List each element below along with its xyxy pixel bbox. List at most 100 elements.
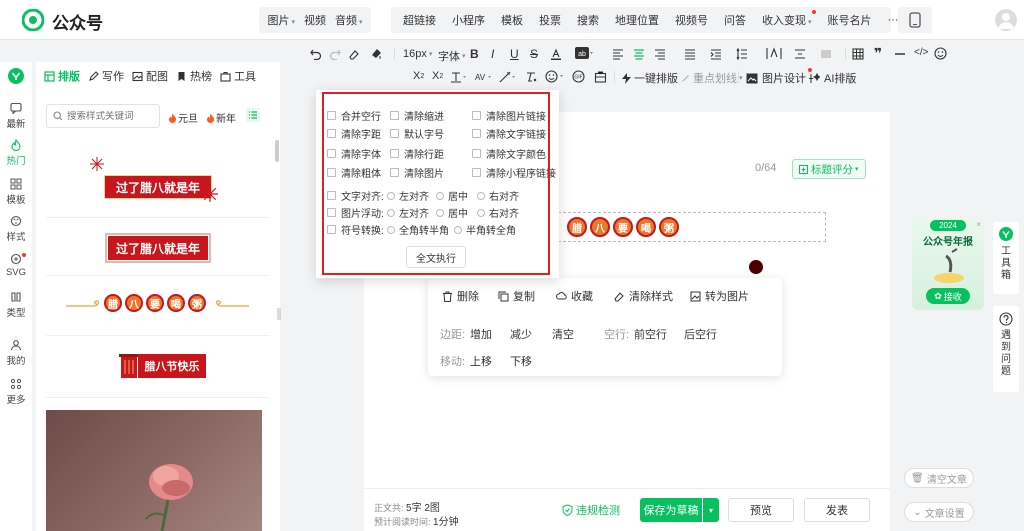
- delete-block-button[interactable]: 删除: [442, 288, 479, 304]
- rail-item-mine[interactable]: 我的: [0, 339, 32, 367]
- tab-trending[interactable]: 热榜: [176, 68, 212, 84]
- radio[interactable]: [387, 225, 395, 234]
- radio[interactable]: [477, 208, 485, 217]
- checkbox[interactable]: [327, 191, 336, 200]
- option-merge-blank-lines[interactable]: 合并空行: [327, 108, 381, 123]
- option-clear-line-height[interactable]: 清除行距: [390, 146, 444, 161]
- option-clear-image-links[interactable]: 清除图片链接: [472, 108, 546, 123]
- rail-item-latest[interactable]: 最新: [0, 102, 32, 130]
- style-search-box[interactable]: [46, 104, 160, 128]
- checkbox[interactable]: [327, 168, 336, 177]
- line-height-icon[interactable]: [736, 48, 748, 60]
- redo-icon[interactable]: [329, 48, 341, 60]
- checkbox[interactable]: [327, 208, 336, 217]
- option-clear-text-color[interactable]: 清除文字颜色: [472, 146, 546, 161]
- insert-location[interactable]: 地理位置: [615, 12, 659, 28]
- option-clear-font[interactable]: 清除字体: [327, 146, 381, 161]
- article-settings-button[interactable]: ⌄ 文章设置: [904, 502, 974, 522]
- hot-tag-newyear[interactable]: 新年: [206, 110, 236, 125]
- rail-item-types[interactable]: 类型: [0, 291, 32, 319]
- selected-style-block[interactable]: 腊八要喝粥: [548, 212, 826, 242]
- align-justify-icon[interactable]: [684, 48, 696, 60]
- highlight-line-button[interactable]: 重点划线 ▾: [680, 70, 743, 86]
- checkbox[interactable]: [472, 168, 481, 177]
- checkbox[interactable]: [390, 149, 399, 158]
- ai-layout-button[interactable]: AI排版: [808, 70, 856, 86]
- promo-receive-button[interactable]: ✿ 接收: [926, 288, 970, 304]
- tab-tools[interactable]: 工具: [220, 68, 256, 84]
- title-score-button[interactable]: 标题评分 ▾: [792, 159, 866, 179]
- clear-style-button[interactable]: 清除样式: [614, 288, 673, 304]
- indent-icon[interactable]: [710, 48, 722, 60]
- insert-template[interactable]: 模板: [501, 12, 523, 28]
- mobile-preview-button[interactable]: [898, 7, 932, 33]
- more-insert-button[interactable]: ···: [888, 14, 899, 26]
- list-view-icon[interactable]: [246, 108, 260, 122]
- radio-image-float-center[interactable]: 居中: [436, 205, 468, 220]
- style-template-card[interactable]: 腊八要喝粥: [46, 276, 270, 336]
- italic-button[interactable]: I: [491, 47, 494, 61]
- undo-icon[interactable]: [310, 48, 322, 60]
- radio[interactable]: [436, 191, 444, 200]
- insert-miniprogram[interactable]: 小程序: [452, 12, 485, 28]
- gif-icon[interactable]: GIF: [572, 70, 585, 83]
- annual-report-promo[interactable]: 2024 公众号年报 ✿ 接收 ×: [912, 218, 984, 310]
- magic-wand-icon[interactable]: [499, 71, 517, 83]
- insert-account-card[interactable]: 账号名片: [828, 12, 872, 28]
- text-indent-icon[interactable]: [450, 71, 468, 83]
- radio[interactable]: [454, 225, 462, 234]
- option-default-font-size[interactable]: 默认字号: [390, 126, 444, 141]
- margin-clear-button[interactable]: 清空: [552, 326, 574, 342]
- option-text-align[interactable]: 文字对齐:: [327, 188, 384, 203]
- tab-layout[interactable]: 排版: [44, 68, 80, 84]
- radio[interactable]: [387, 208, 395, 217]
- hot-tag-newyear-day[interactable]: 元旦: [168, 110, 198, 125]
- insert-image-menu[interactable]: 图片 ▾: [267, 12, 295, 28]
- insert-qa[interactable]: 问答: [724, 12, 746, 28]
- radio-half-to-full[interactable]: 半角转全角: [454, 222, 516, 237]
- checkbox[interactable]: [327, 149, 336, 158]
- margin-increase-button[interactable]: 增加: [470, 326, 492, 342]
- insert-monetize[interactable]: 收入变现 ▾: [762, 10, 816, 28]
- radio-text-align-left[interactable]: 左对齐: [387, 188, 429, 203]
- option-clear-bold[interactable]: 清除粗体: [327, 165, 381, 180]
- copy-block-button[interactable]: 复制: [498, 288, 535, 304]
- radio-full-to-half[interactable]: 全角转半角: [387, 222, 449, 237]
- option-clear-indent[interactable]: 清除缩进: [390, 108, 444, 123]
- insert-vote[interactable]: 投票: [539, 12, 561, 28]
- checkbox[interactable]: [472, 111, 481, 120]
- panel-scrollbar[interactable]: [275, 140, 279, 162]
- convert-to-image-button[interactable]: 转为图片: [690, 288, 749, 304]
- divider-icon[interactable]: [894, 48, 906, 60]
- code-icon[interactable]: </>: [914, 47, 928, 58]
- avatar[interactable]: [995, 9, 1017, 31]
- bag-icon[interactable]: [594, 70, 607, 83]
- insert-hyperlink[interactable]: 超链接: [403, 12, 436, 28]
- compliance-check-button[interactable]: 违规检测: [562, 502, 620, 518]
- emoji-picker-icon[interactable]: [545, 70, 565, 83]
- radio-image-float-left[interactable]: 左对齐: [387, 205, 429, 220]
- help-button[interactable]: 遇到问题: [993, 306, 1019, 392]
- paragraph-spacing-icon[interactable]: [794, 48, 806, 60]
- clear-format-icon[interactable]: [525, 71, 537, 83]
- favorite-block-button[interactable]: 收藏: [556, 288, 593, 304]
- subscript-button[interactable]: X2: [432, 70, 443, 82]
- radio[interactable]: [477, 191, 485, 200]
- blank-after-button[interactable]: 后空行: [684, 326, 717, 342]
- checkbox[interactable]: [327, 225, 336, 234]
- strikethrough-button[interactable]: S: [530, 47, 538, 61]
- align-left-icon[interactable]: [612, 48, 624, 60]
- image-design-button[interactable]: 图片设计: [746, 68, 812, 86]
- checkbox[interactable]: [472, 129, 481, 138]
- option-clear-images[interactable]: 清除图片: [390, 165, 444, 180]
- align-center-icon[interactable]: [633, 48, 645, 60]
- option-image-float[interactable]: 图片浮动:: [327, 205, 384, 220]
- radio-image-float-right[interactable]: 右对齐: [477, 205, 519, 220]
- rose-photo-template[interactable]: [46, 410, 262, 531]
- checkbox[interactable]: [390, 111, 399, 120]
- rail-item-styles[interactable]: 样式: [0, 215, 32, 243]
- text-background-icon[interactable]: ab: [575, 47, 593, 60]
- eraser-icon[interactable]: [348, 48, 360, 60]
- insert-video-menu[interactable]: 视频: [304, 12, 326, 28]
- clear-article-button[interactable]: 🗑 清空文章: [904, 468, 974, 488]
